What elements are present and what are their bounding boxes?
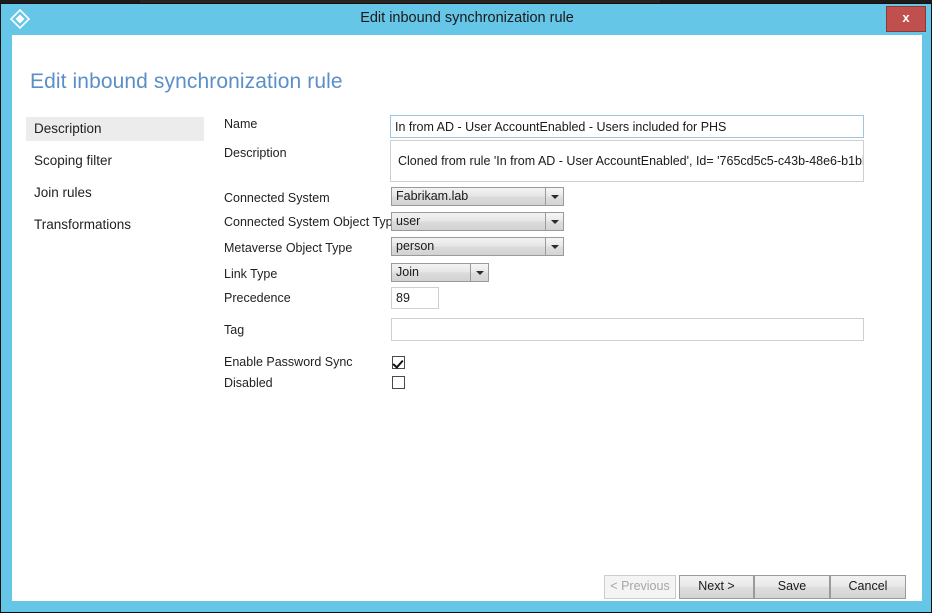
link-type-label: Link Type — [224, 267, 277, 281]
dialog-titlebar: Edit inbound synchronization rule x — [1, 4, 931, 33]
precedence-label: Precedence — [224, 291, 291, 305]
edit-sync-rule-dialog: Edit inbound synchronization rule x Edit… — [0, 3, 932, 613]
dialog-client-area: Edit inbound synchronization rule Descri… — [12, 35, 922, 601]
metaverse-object-type-label: Metaverse Object Type — [224, 241, 352, 255]
enable-password-sync-label: Enable Password Sync — [224, 355, 353, 369]
cancel-button[interactable]: Cancel — [830, 575, 906, 599]
name-input[interactable] — [390, 115, 864, 138]
name-label: Name — [224, 117, 257, 131]
link-type-value: Join — [396, 264, 468, 281]
chevron-down-icon[interactable] — [545, 213, 563, 230]
tag-input[interactable] — [391, 318, 864, 341]
precedence-input[interactable] — [391, 287, 439, 309]
enable-password-sync-checkbox[interactable] — [392, 356, 405, 369]
description-label: Description — [224, 146, 287, 160]
disabled-label: Disabled — [224, 376, 273, 390]
previous-button[interactable]: < Previous — [604, 575, 676, 599]
sidebar-item-join-rules[interactable]: Join rules — [26, 181, 204, 205]
connected-system-value: Fabrikam.lab — [396, 188, 543, 205]
save-button[interactable]: Save — [754, 575, 830, 599]
tag-label: Tag — [224, 323, 244, 337]
chevron-down-icon[interactable] — [545, 238, 563, 255]
link-type-dropdown[interactable]: Join — [391, 263, 489, 282]
connected-system-object-type-dropdown[interactable]: user — [391, 212, 564, 231]
sidebar-item-description[interactable]: Description — [26, 117, 204, 141]
connected-system-object-type-value: user — [396, 213, 543, 230]
connected-system-label: Connected System — [224, 191, 330, 205]
description-input[interactable]: Cloned from rule 'In from AD - User Acco… — [390, 140, 864, 182]
wizard-navigation: Description Scoping filter Join rules Tr… — [26, 117, 204, 245]
page-title: Edit inbound synchronization rule — [30, 70, 343, 94]
sidebar-item-scoping-filter[interactable]: Scoping filter — [26, 149, 204, 173]
metaverse-object-type-dropdown[interactable]: person — [391, 237, 564, 256]
connected-system-dropdown[interactable]: Fabrikam.lab — [391, 187, 564, 206]
connected-system-object-type-label: Connected System Object Type — [224, 215, 400, 229]
dialog-title: Edit inbound synchronization rule — [1, 4, 932, 33]
chevron-down-icon[interactable] — [545, 188, 563, 205]
close-button[interactable]: x — [886, 6, 926, 32]
sidebar-item-transformations[interactable]: Transformations — [26, 213, 204, 237]
chevron-down-icon[interactable] — [470, 264, 488, 281]
next-button[interactable]: Next > — [679, 575, 754, 599]
disabled-checkbox[interactable] — [392, 376, 405, 389]
metaverse-object-type-value: person — [396, 238, 543, 255]
